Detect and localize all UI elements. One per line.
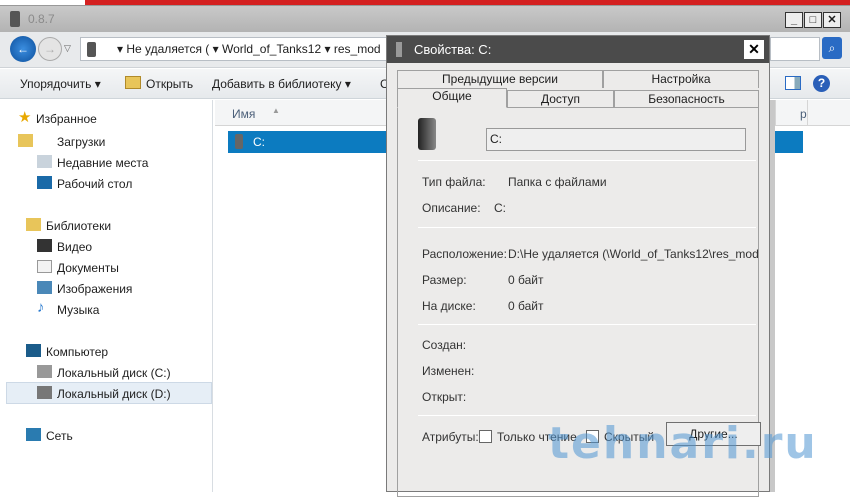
computer-icon [26, 344, 41, 357]
drive-icon [235, 134, 243, 149]
name-field[interactable]: C: [486, 128, 746, 151]
breadcrumb-item[interactable]: Не удаляется ( [126, 42, 209, 56]
sidebar-libraries[interactable]: Библиотеки [46, 219, 111, 233]
downloads-icon [18, 134, 33, 147]
breadcrumb-separator-icon: ▾ [324, 42, 334, 56]
navigation-pane: ★ Избранное Загрузки Недавние места Рабо… [0, 100, 213, 492]
location-value: D:\Не удаляется (\World_of_Tanks12\res_m… [508, 247, 758, 261]
back-button[interactable]: ← [10, 36, 36, 62]
attributes-label: Атрибуты: [422, 430, 479, 444]
drive-icon [396, 42, 402, 57]
sidebar-recent[interactable]: Недавние места [57, 156, 148, 170]
dialog-title-bar: Свойства: C: ✕ [387, 36, 769, 63]
description-label: Описание: [422, 201, 481, 215]
desktop-icon [37, 176, 52, 189]
recent-places-icon [37, 155, 52, 168]
help-icon[interactable]: ? [813, 75, 830, 92]
breadcrumb-item[interactable]: World_of_Tanks12 [222, 42, 321, 56]
tab-previous-versions[interactable]: Предыдущие версии [397, 70, 603, 88]
divider [418, 324, 756, 325]
maximize-button[interactable]: □ [804, 12, 822, 28]
add-to-library-button[interactable]: Добавить в библиотеку ▾ [212, 77, 351, 91]
created-label: Создан: [422, 338, 467, 352]
watermark: tehnari.ru [548, 418, 818, 469]
images-icon [37, 281, 52, 294]
video-icon [37, 239, 52, 252]
libraries-icon [26, 218, 41, 231]
readonly-checkbox[interactable] [479, 430, 492, 443]
dialog-title: Свойства: C: [414, 42, 492, 57]
close-button[interactable]: ✕ [823, 12, 841, 28]
modified-label: Изменен: [422, 364, 475, 378]
sidebar-images[interactable]: Изображения [57, 282, 132, 296]
breadcrumb-separator-icon: ▾ [212, 42, 222, 56]
sidebar-network[interactable]: Сеть [46, 429, 73, 443]
sidebar-desktop[interactable]: Рабочий стол [57, 177, 132, 191]
drive-icon [87, 42, 96, 57]
divider [418, 160, 756, 161]
sort-up-icon: ▲ [272, 106, 280, 115]
divider [418, 227, 756, 228]
drive-large-icon [418, 118, 436, 150]
column-divider [775, 100, 776, 126]
type-label: Тип файла: [422, 175, 486, 189]
tab-general[interactable]: Общие [397, 88, 507, 108]
description-value: C: [494, 201, 506, 215]
music-icon: ♪ [37, 299, 45, 316]
sidebar-disk-c[interactable]: Локальный диск (C:) [57, 366, 171, 380]
preview-pane-icon[interactable] [785, 76, 801, 90]
sidebar-computer[interactable]: Компьютер [46, 345, 108, 359]
type-value: Папка с файлами [508, 175, 607, 189]
dialog-close-button[interactable]: ✕ [744, 40, 764, 59]
column-name[interactable]: Имя [232, 107, 255, 121]
divider [418, 415, 756, 416]
column-partial[interactable]: р [800, 107, 807, 121]
documents-icon [37, 260, 52, 273]
sidebar-video[interactable]: Видео [57, 240, 92, 254]
search-input[interactable] [770, 37, 820, 61]
address-bar[interactable]: ▾ Не удаляется ( ▾ World_of_Tanks12 ▾ re… [80, 37, 390, 61]
disk-c-icon [37, 365, 52, 378]
disk-d-icon [37, 386, 52, 399]
folder-open-icon [125, 76, 141, 89]
size-label: Размер: [422, 273, 467, 287]
breadcrumb-separator-icon: ▾ [117, 42, 127, 56]
breadcrumb-item[interactable]: res_mod [334, 42, 381, 56]
forward-button[interactable]: → [38, 37, 62, 61]
explorer-title-bar: 0.8.7 _ □ ✕ [0, 5, 850, 32]
sidebar-music[interactable]: Музыка [57, 303, 99, 317]
size-value: 0 байт [508, 273, 544, 287]
column-divider [807, 100, 808, 126]
network-icon [26, 428, 41, 441]
opened-label: Открыт: [422, 390, 467, 404]
tab-access[interactable]: Доступ [507, 90, 614, 108]
tab-settings[interactable]: Настройка [603, 70, 759, 88]
open-button[interactable]: Открыть [146, 77, 193, 91]
sidebar-documents[interactable]: Документы [57, 261, 119, 275]
organize-button[interactable]: Упорядочить ▾ [20, 77, 101, 91]
star-icon: ★ [18, 109, 32, 126]
sidebar-downloads[interactable]: Загрузки [57, 135, 105, 149]
tab-security[interactable]: Безопасность [614, 90, 759, 108]
sidebar-favorites[interactable]: Избранное [36, 112, 97, 126]
location-label: Расположение: [422, 247, 507, 261]
window-title: 0.8.7 [28, 12, 55, 26]
sidebar-disk-d[interactable]: Локальный диск (D:) [57, 387, 171, 401]
search-icon[interactable]: ⌕ [822, 37, 842, 59]
size-on-disk-value: 0 байт [508, 299, 544, 313]
history-dropdown-icon[interactable]: ▽ [64, 43, 71, 54]
minimize-button[interactable]: _ [785, 12, 803, 28]
size-on-disk-label: На диске: [422, 299, 476, 313]
row-name: C: [253, 135, 265, 149]
drive-icon [10, 11, 20, 27]
